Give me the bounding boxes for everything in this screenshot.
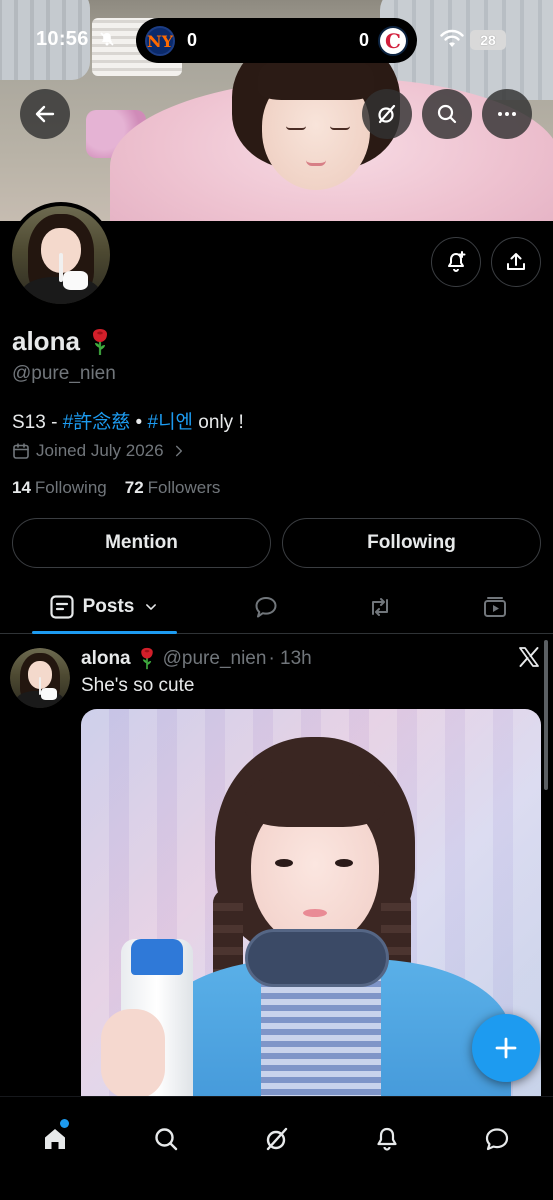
profile-avatar[interactable] bbox=[8, 202, 114, 308]
post-author-name[interactable]: alona bbox=[81, 648, 131, 670]
media-eye bbox=[335, 859, 353, 867]
arrow-left-icon bbox=[35, 105, 55, 123]
search-button[interactable] bbox=[422, 89, 472, 139]
bio-prefix: S13 - bbox=[12, 412, 63, 433]
compose-button[interactable] bbox=[472, 1014, 540, 1082]
home-icon bbox=[45, 1129, 65, 1149]
posts-icon bbox=[50, 595, 74, 619]
tab-posts[interactable]: Posts bbox=[32, 580, 177, 634]
grok-icon bbox=[378, 104, 396, 124]
calendar-icon bbox=[13, 443, 29, 459]
chevron-down-icon bbox=[146, 604, 157, 610]
rose-emoji-icon bbox=[140, 647, 153, 670]
nav-grok[interactable] bbox=[249, 1111, 305, 1167]
avatar-cup bbox=[62, 270, 89, 291]
followers-link[interactable]: 72 Followers bbox=[125, 478, 221, 498]
wifi-icon bbox=[440, 29, 464, 47]
x-logo-icon[interactable] bbox=[517, 645, 541, 669]
avatar-cup bbox=[41, 687, 57, 700]
battery-level: 28 bbox=[480, 32, 496, 48]
scrollbar[interactable] bbox=[544, 640, 548, 790]
avatar-image bbox=[12, 206, 110, 304]
followers-label: Followers bbox=[147, 478, 221, 497]
followers-count: 72 bbox=[124, 478, 144, 497]
rose-emoji-icon bbox=[92, 328, 107, 355]
search-icon bbox=[437, 104, 457, 124]
share-icon bbox=[507, 253, 525, 270]
post-author-avatar[interactable] bbox=[10, 648, 70, 708]
notify-button[interactable] bbox=[431, 237, 481, 287]
follow-stats: 14 Following 72 Followers bbox=[12, 478, 220, 498]
bio-hashtag-link[interactable]: #許念慈 bbox=[63, 412, 131, 433]
share-button[interactable] bbox=[491, 237, 541, 287]
score-right: 0 bbox=[358, 30, 369, 50]
nav-home[interactable] bbox=[27, 1111, 83, 1167]
profile-tabs: Posts bbox=[0, 580, 553, 634]
team-left-logo: NY bbox=[145, 26, 175, 56]
nav-notifications[interactable] bbox=[359, 1111, 415, 1167]
banner-eye bbox=[286, 126, 306, 130]
search-icon bbox=[155, 1128, 178, 1151]
repost-icon bbox=[372, 598, 388, 616]
plus-icon bbox=[495, 1037, 517, 1059]
media-headphones bbox=[245, 929, 389, 987]
post-media-image[interactable] bbox=[81, 709, 541, 1129]
back-button[interactable] bbox=[20, 89, 70, 139]
following-link[interactable]: 14 Following bbox=[12, 478, 107, 498]
profile-handle: @pure_nien bbox=[12, 363, 116, 384]
tab-media[interactable] bbox=[469, 580, 521, 634]
bio-suffix: only ! bbox=[193, 412, 244, 433]
speech-bubble-icon bbox=[255, 597, 277, 618]
post-header: alona @pure_nien · 13h bbox=[81, 647, 312, 670]
media-bangs bbox=[245, 769, 385, 827]
more-button[interactable] bbox=[482, 89, 532, 139]
nav-messages[interactable] bbox=[469, 1111, 525, 1167]
bio-separator: • bbox=[130, 412, 148, 433]
media-icon bbox=[484, 597, 506, 617]
bio-hashtag-link[interactable]: #니엔 bbox=[148, 412, 194, 433]
media-bottle-cap bbox=[131, 939, 183, 975]
grok-icon bbox=[266, 1127, 288, 1151]
status-time: 10:56 bbox=[36, 28, 89, 50]
bell-muted-icon bbox=[100, 32, 114, 46]
avatar-straw bbox=[38, 676, 42, 695]
more-icon bbox=[498, 112, 516, 116]
message-icon bbox=[485, 1128, 509, 1151]
banner-eye bbox=[330, 126, 350, 130]
chevron-right-icon bbox=[175, 445, 182, 457]
media-hand bbox=[101, 1009, 165, 1099]
display-name-text: alona bbox=[12, 326, 80, 356]
grok-button[interactable] bbox=[362, 89, 412, 139]
media-lips bbox=[303, 909, 327, 917]
banner-mouth bbox=[306, 160, 326, 166]
tab-posts-label: Posts bbox=[82, 596, 135, 617]
live-score-pill[interactable]: NY 0 0 C bbox=[136, 18, 417, 63]
active-tab-indicator bbox=[32, 631, 177, 634]
display-name: alona bbox=[12, 326, 112, 357]
team-right-logo: C bbox=[378, 26, 408, 56]
bottom-nav bbox=[0, 1096, 553, 1200]
post-text: She's so cute bbox=[81, 675, 195, 696]
unread-dot bbox=[60, 1119, 69, 1128]
post-time: · 13h bbox=[268, 647, 312, 669]
profile-bio: S13 - #許念慈 • #니엔 only ! bbox=[12, 407, 244, 434]
bell-plus-icon bbox=[448, 251, 466, 272]
bell-icon bbox=[377, 1127, 397, 1151]
battery-indicator: 28 bbox=[470, 30, 506, 50]
mention-button[interactable]: Mention bbox=[12, 518, 271, 568]
joined-date[interactable]: Joined July 2026 bbox=[12, 441, 186, 461]
tab-replies[interactable] bbox=[240, 580, 292, 634]
avatar-image bbox=[10, 648, 70, 708]
post-author-handle: @pure_nien bbox=[162, 647, 267, 669]
following-count: 14 bbox=[12, 478, 31, 497]
nav-search[interactable] bbox=[138, 1111, 194, 1167]
tab-reposts[interactable] bbox=[354, 580, 406, 634]
following-label: Following bbox=[34, 478, 107, 497]
following-button[interactable]: Following bbox=[282, 518, 541, 568]
media-eye bbox=[275, 859, 293, 867]
score-left: 0 bbox=[187, 30, 198, 50]
joined-text: Joined July 2026 bbox=[36, 441, 164, 460]
avatar-straw bbox=[59, 253, 63, 283]
